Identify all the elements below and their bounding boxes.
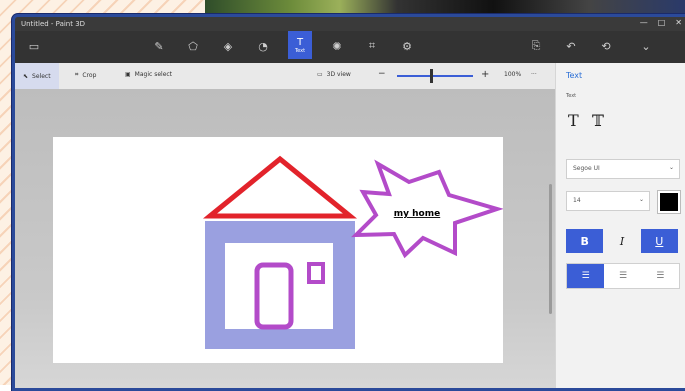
3d-view-label: 3D view: [326, 71, 351, 78]
effects-icon[interactable]: ✺: [326, 35, 348, 57]
caption-text[interactable]: my home: [394, 209, 440, 219]
tool-options-bar: ⬉ Select ⌗ Crop ▣ Magic select ▭ 3D view…: [15, 63, 556, 90]
zoom-in-button[interactable]: +: [481, 69, 489, 80]
text-alignment-buttons: ☰ ☰ ☰: [566, 263, 680, 289]
text-style-buttons: B I U: [566, 229, 678, 253]
chevron-down-icon[interactable]: ⌄: [635, 35, 657, 57]
text-tool-icon: T: [296, 36, 304, 48]
zoom-slider[interactable]: [397, 69, 473, 83]
3d-view-toggle[interactable]: ▭ 3D view: [317, 71, 351, 78]
canvas-icon[interactable]: ⌗: [361, 35, 383, 57]
3d-shapes-icon[interactable]: ◈: [217, 35, 239, 57]
undo-icon[interactable]: ↶: [560, 35, 582, 57]
paint3d-window: Untitled - Paint 3D — □ ✕ ▭ ✎ ⬠ ◈ ◔ T Te…: [12, 14, 685, 391]
minimize-icon[interactable]: —: [640, 18, 648, 27]
italic-button[interactable]: I: [603, 229, 641, 253]
menu-icon[interactable]: ▭: [23, 35, 45, 57]
select-label: Select: [32, 72, 51, 80]
magic-select-icon: ▣: [125, 71, 131, 78]
chevron-down-icon: ⌄: [638, 196, 644, 203]
drawing-layer: my home: [202, 155, 503, 349]
canvas-area[interactable]: my home: [15, 89, 556, 388]
text-properties-panel: Text Text T 𝕋 Segoe UI ⌄ 14 ⌄ B I U ☰ ☰ …: [555, 63, 685, 388]
magic-select-label: Magic select: [134, 71, 173, 78]
font-family-dropdown[interactable]: Segoe UI ⌄: [566, 159, 680, 179]
more-options-button[interactable]: ···: [531, 71, 537, 78]
2d-text-icon[interactable]: T: [568, 111, 579, 130]
zoom-out-button[interactable]: −: [378, 69, 386, 79]
font-family-value: Segoe UI: [573, 165, 600, 172]
close-icon[interactable]: ✕: [675, 18, 682, 27]
stickers-icon[interactable]: ◔: [252, 35, 274, 57]
align-left-icon[interactable]: ☰: [567, 264, 605, 288]
brush-icon[interactable]: ✎: [148, 35, 170, 57]
panel-subtitle: Text: [566, 93, 577, 99]
select-button[interactable]: ⬉ Select: [15, 63, 59, 89]
magic-select-button[interactable]: ▣ Magic select: [125, 71, 172, 78]
drawing-canvas[interactable]: my home: [53, 137, 503, 363]
font-size-dropdown[interactable]: 14 ⌄: [566, 191, 650, 211]
view-icon: ▭: [317, 71, 323, 78]
underline-button[interactable]: U: [640, 229, 678, 253]
crop-label: Crop: [82, 71, 97, 79]
align-center-icon[interactable]: ☰: [604, 264, 641, 288]
main-toolbar: ▭ ✎ ⬠ ◈ ◔ T Text ✺ ⌗ ⚙ ⎘ ↶ ⟲ ⌄: [15, 31, 685, 63]
2d-shapes-icon[interactable]: ⬠: [182, 35, 204, 57]
zoom-value: 100%: [504, 71, 522, 78]
3d-text-icon[interactable]: 𝕋: [592, 111, 604, 130]
crop-button[interactable]: ⌗ Crop: [75, 71, 96, 79]
cursor-icon: ⬉: [23, 72, 29, 80]
crop-icon: ⌗: [75, 71, 79, 78]
bold-button[interactable]: B: [566, 229, 604, 253]
zoom-slider-thumb[interactable]: [429, 69, 433, 83]
title-bar: Untitled - Paint 3D — □ ✕: [15, 17, 685, 31]
house-window-area: [225, 243, 333, 329]
paste-icon[interactable]: ⎘: [525, 35, 547, 57]
align-right-icon[interactable]: ☰: [642, 264, 679, 288]
chevron-down-icon: ⌄: [668, 164, 674, 171]
house-roof: [202, 155, 358, 219]
font-size-value: 14: [573, 197, 581, 204]
window-title: Untitled - Paint 3D: [21, 20, 86, 28]
vertical-scrollbar[interactable]: [549, 184, 552, 314]
history-icon[interactable]: ⟲: [595, 35, 617, 57]
text-tool-label: Text: [294, 47, 306, 54]
text-tool-button[interactable]: T Text: [288, 31, 312, 59]
text-color-swatch[interactable]: [658, 191, 680, 213]
maximize-icon[interactable]: □: [658, 18, 666, 27]
panel-title: Text: [566, 71, 583, 80]
3d-library-icon[interactable]: ⚙: [396, 35, 418, 57]
